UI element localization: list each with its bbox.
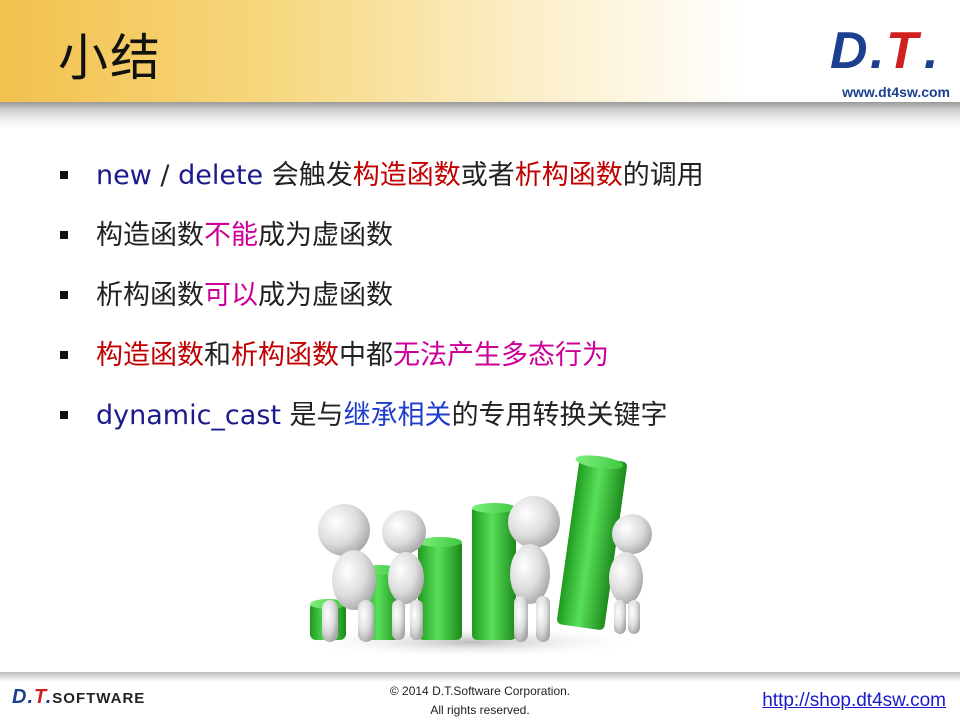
bullet-marker-icon — [60, 411, 68, 419]
bullet-text-segment: 无法产生多态行为 — [393, 340, 609, 371]
copyright-notice: © 2014 D.T.Software Corporation. All rig… — [330, 682, 630, 720]
bullet-text-segment: 是与 — [280, 400, 344, 431]
bullet-marker-icon — [60, 171, 68, 179]
bullet-text-segment: dynamic_cast — [96, 400, 281, 431]
figure-4 — [609, 514, 652, 634]
bullet-text-segment: 会触发 — [263, 160, 353, 191]
dt-logo: D . T . — [830, 22, 938, 78]
bullet-text-segment: 构造函数 — [352, 160, 461, 191]
bullet-text-segment: 构造函数 — [96, 220, 204, 251]
bullet-text-segment: 成为虚函数 — [258, 220, 393, 251]
bullet-text-segment: 析构函数 — [231, 340, 339, 371]
footer-divider — [0, 672, 960, 682]
logo-dot: . — [870, 22, 884, 78]
slide-title: 小结 — [58, 29, 162, 87]
bullet-text-segment: 的调用 — [622, 160, 704, 191]
bullet-text-segment: 析构函数 — [96, 280, 204, 311]
header-divider — [0, 102, 960, 128]
footer-logo-d: D. — [12, 686, 34, 708]
logo-letter-d: D — [830, 22, 868, 78]
footer-logo-t: T — [34, 686, 46, 708]
bullet-text-segment: 和 — [204, 340, 231, 371]
bullet-text-segment: 或者 — [460, 160, 515, 191]
figure-1 — [318, 504, 376, 642]
footer-logo-software: SOFTWARE — [52, 690, 146, 707]
footer-logo: D.T.SOFTWARE — [12, 686, 145, 709]
bullet-text-segment: 构造函数 — [96, 340, 204, 371]
bar-3 — [418, 537, 462, 640]
bullet-text-segment: 的专用转换关键字 — [451, 400, 668, 431]
bullet-item: 构造函数和析构函数中都无法产生多态行为 — [58, 330, 918, 390]
logo-url: www.dt4sw.com — [842, 84, 950, 100]
shop-link[interactable]: http://shop.dt4sw.com — [762, 690, 946, 712]
bullet-text-segment: / — [151, 160, 179, 191]
bullet-text-segment: 成为虚函数 — [258, 280, 393, 311]
bullet-item: dynamic_cast 是与继承相关的专用转换关键字 — [58, 390, 918, 450]
logo-dot-2: . — [924, 22, 938, 78]
bullet-text-segment: new — [96, 160, 152, 191]
logo-letter-t: T — [886, 22, 922, 78]
bullet-text-segment: 不能 — [204, 220, 258, 251]
bullet-marker-icon — [60, 291, 68, 299]
figure-3 — [508, 496, 560, 642]
bar-chart-figures-illustration — [297, 455, 652, 658]
bullet-text-segment: 中都 — [339, 340, 393, 371]
bullet-text-segment: delete — [178, 160, 264, 191]
copyright-line-2: All rights reserved. — [430, 703, 530, 717]
bullet-text-segment: 析构函数 — [514, 160, 623, 191]
bullet-text-segment: 可以 — [204, 280, 258, 311]
bullet-marker-icon — [60, 231, 68, 239]
bullet-item: 析构函数可以成为虚函数 — [58, 270, 918, 330]
bullet-text-segment: 继承相关 — [343, 400, 452, 431]
bullet-marker-icon — [60, 351, 68, 359]
copyright-line-1: © 2014 D.T.Software Corporation. — [389, 684, 571, 698]
bullet-item: new / delete 会触发构造函数或者析构函数的调用 — [58, 150, 918, 210]
bullet-item: 构造函数不能成为虚函数 — [58, 210, 918, 270]
bullet-list: new / delete 会触发构造函数或者析构函数的调用 构造函数不能成为虚函数… — [58, 150, 918, 450]
